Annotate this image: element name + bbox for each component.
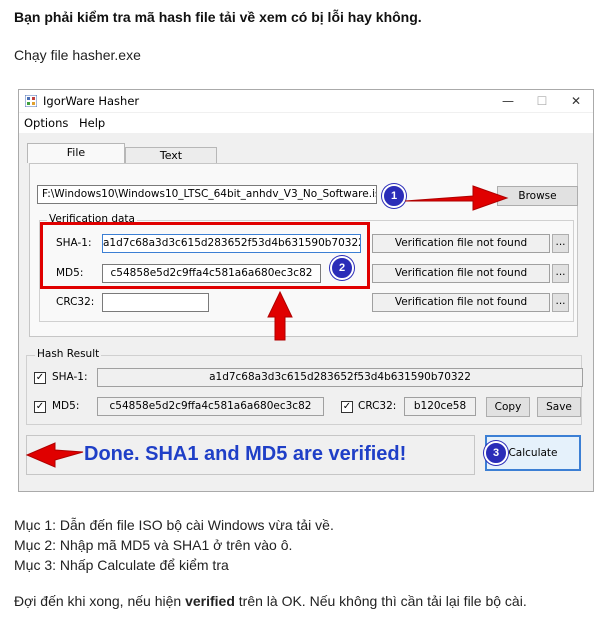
badge-1: 1	[382, 184, 406, 208]
browse-button[interactable]: Browse	[497, 186, 578, 206]
sha1-browse-dots-button[interactable]: ...	[552, 234, 569, 253]
intro-text: Chạy file hasher.exe	[14, 47, 141, 63]
crc32-result-checkbox[interactable]: ✓	[341, 401, 353, 413]
crc32-verify-status: Verification file not found	[372, 293, 550, 312]
close-button[interactable]: ✕	[559, 90, 593, 112]
crc32-result-value: b120ce58	[404, 397, 476, 416]
maximize-button[interactable]: ☐	[525, 90, 559, 112]
hash-result-title: Hash Result	[35, 348, 102, 360]
md5-verify-status: Verification file not found	[372, 264, 550, 283]
steps-list: Mục 1: Dẫn đến file ISO bộ cài Windows v…	[14, 515, 334, 575]
article-heading: Bạn phải kiểm tra mã hash file tải về xe…	[14, 9, 422, 25]
app-icon	[25, 95, 37, 107]
save-button[interactable]: Save	[537, 397, 581, 417]
hasher-window: IgorWare Hasher — ☐ ✕ Options Help File …	[18, 89, 594, 492]
status-message: Done. SHA1 and MD5 are verified!	[84, 443, 407, 465]
crc32-browse-dots-button[interactable]: ...	[552, 293, 569, 312]
badge-3: 3	[484, 441, 508, 465]
status-panel: Done. SHA1 and MD5 are verified!	[26, 435, 475, 475]
window-title: IgorWare Hasher	[43, 94, 140, 108]
minimize-button[interactable]: —	[491, 90, 525, 112]
menu-options[interactable]: Options	[24, 116, 68, 130]
md5-result-checkbox[interactable]: ✓	[34, 401, 46, 413]
sha1-verify-status: Verification file not found	[372, 234, 550, 253]
step-3: Mục 3: Nhấp Calculate để kiểm tra	[14, 557, 229, 573]
menu-help[interactable]: Help	[79, 116, 105, 130]
footer-before: Đợi đến khi xong, nếu hiện	[14, 593, 186, 609]
md5-result-value: c54858e5d2c9ffa4c581a6a680ec3c82	[97, 397, 324, 416]
badge-2: 2	[330, 256, 354, 280]
sha1-result-label: SHA-1:	[52, 371, 88, 383]
step-2: Mục 2: Nhập mã MD5 và SHA1 ở trên vào ô.	[14, 537, 293, 553]
step-1: Mục 1: Dẫn đến file ISO bộ cài Windows v…	[14, 517, 334, 533]
title-bar[interactable]: IgorWare Hasher — ☐ ✕	[19, 90, 593, 112]
crc32-result-label: CRC32:	[358, 400, 397, 412]
footer-note: Đợi đến khi xong, nếu hiện verified trên…	[14, 593, 527, 609]
footer-bold: verified	[185, 593, 235, 609]
crc32-input[interactable]	[102, 293, 209, 312]
md5-result-label: MD5:	[52, 400, 80, 412]
sha1-result-value: a1d7c68a3d3c615d283652f53d4b631590b70322	[97, 368, 583, 387]
md5-browse-dots-button[interactable]: ...	[552, 264, 569, 283]
footer-after: trên là OK. Nếu không thì cần tải lại fi…	[234, 593, 527, 609]
tab-file[interactable]: File	[27, 143, 125, 163]
highlight-box	[40, 222, 370, 289]
sha1-result-checkbox[interactable]: ✓	[34, 372, 46, 384]
tab-text[interactable]: Text	[125, 147, 217, 163]
file-path-field[interactable]: F:\Windows10\Windows10_LTSC_64bit_anhdv_…	[37, 185, 377, 204]
copy-button[interactable]: Copy	[486, 397, 530, 417]
crc32-label: CRC32:	[56, 296, 95, 308]
menu-bar: Options Help	[19, 113, 593, 133]
